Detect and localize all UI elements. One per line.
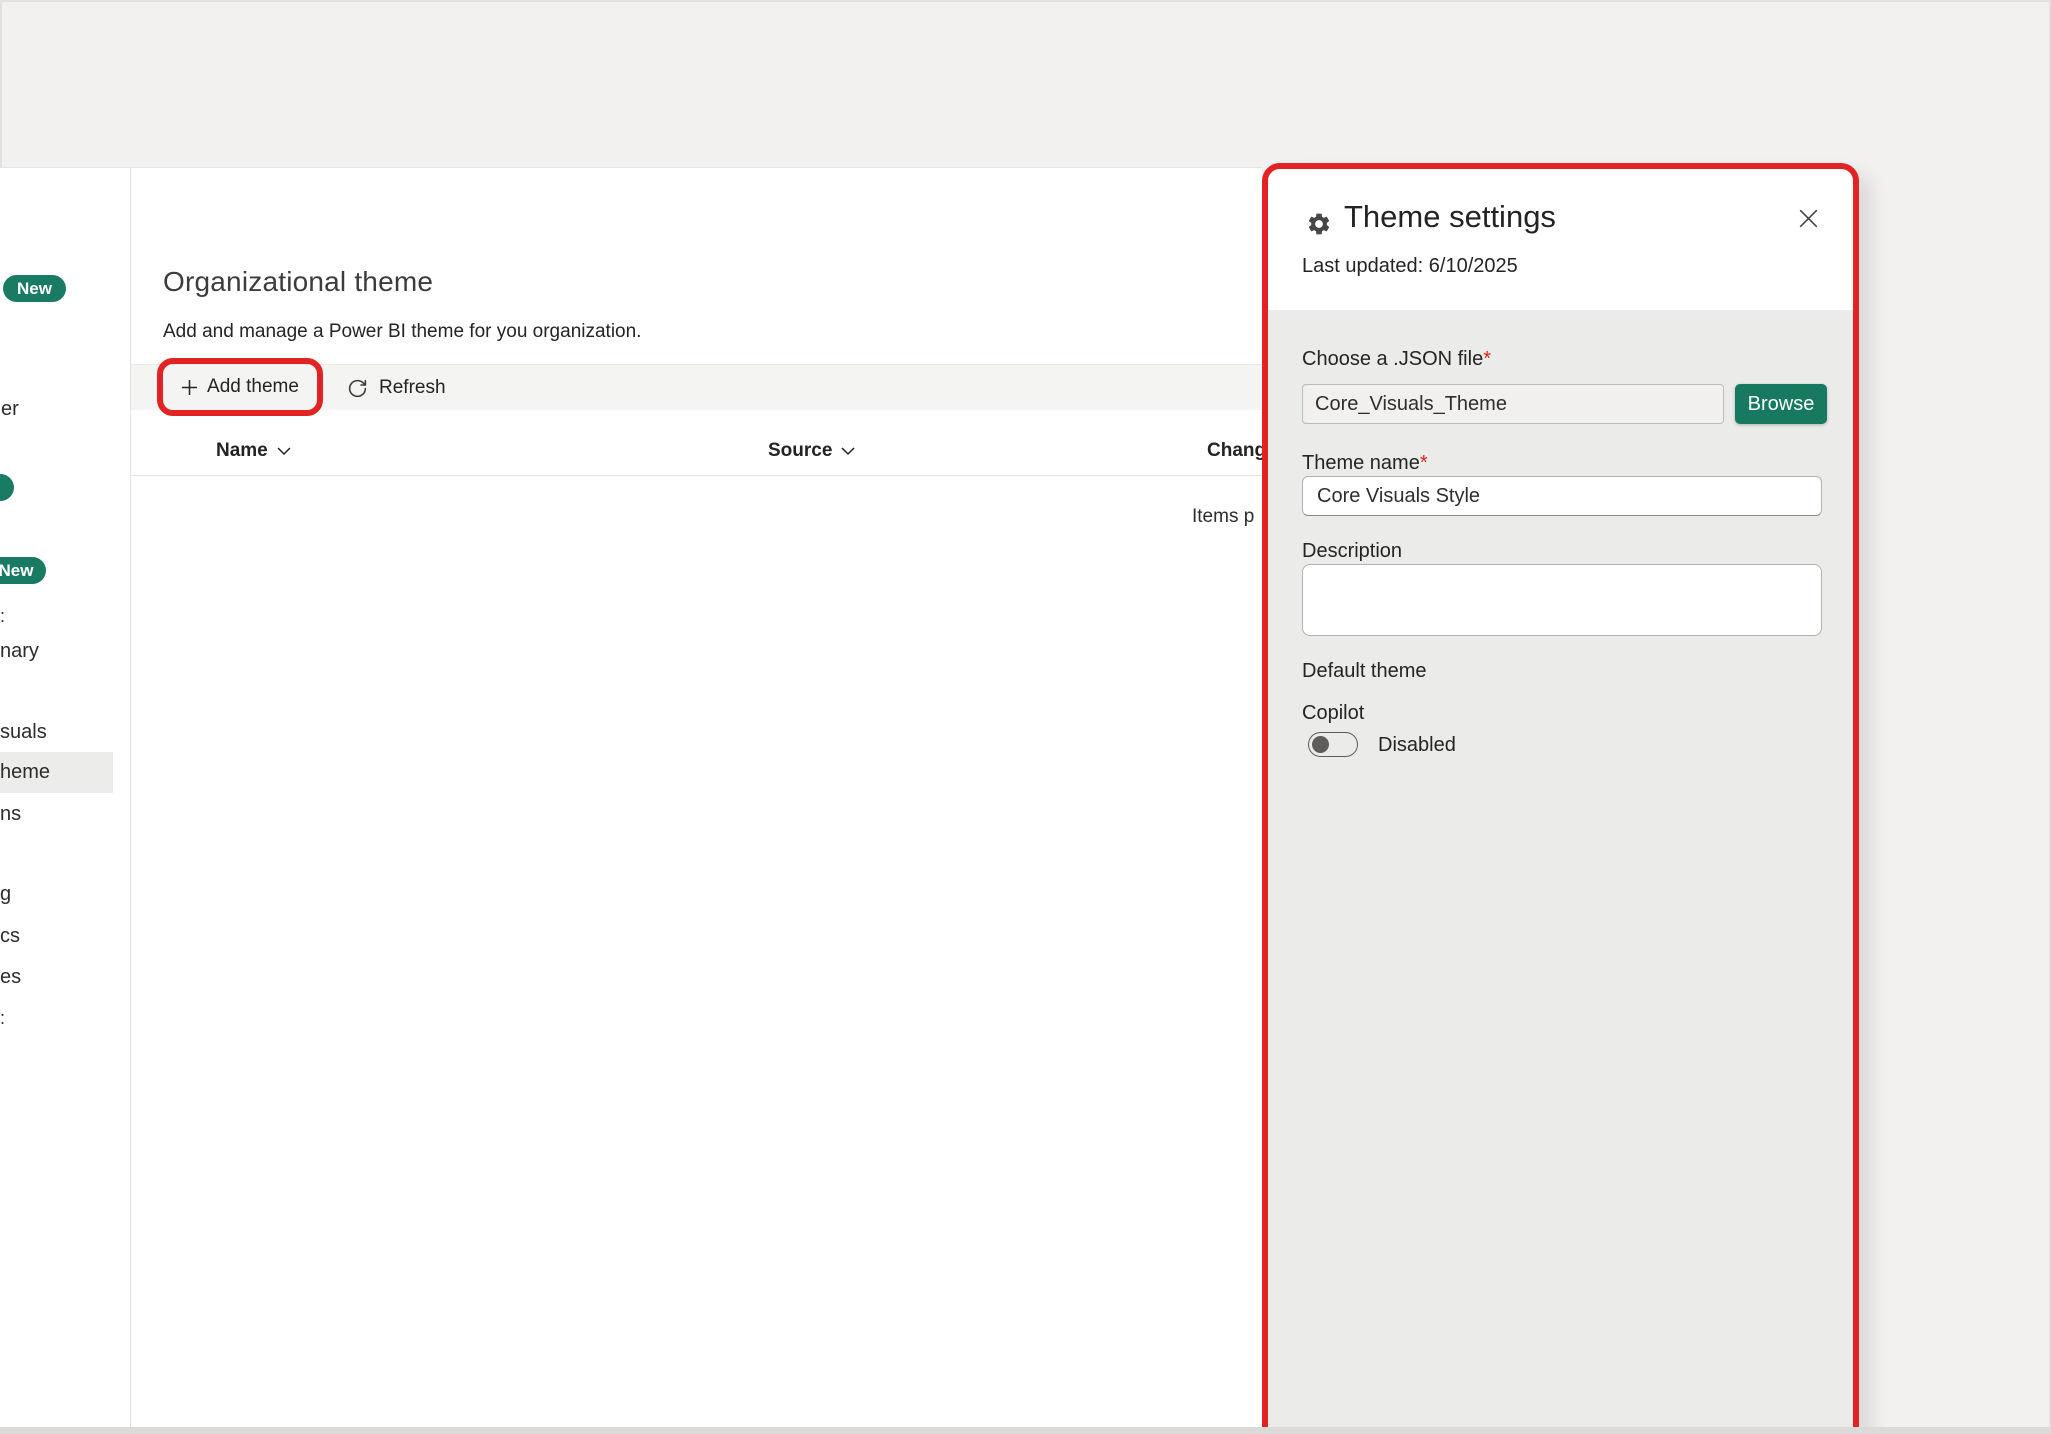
panel-title: Theme settings [1344, 199, 1556, 234]
add-theme-button-red-annotation[interactable]: Add theme [157, 358, 323, 416]
column-header-source[interactable]: Source [768, 440, 855, 462]
page-description: Add and manage a Power BI theme for you … [163, 321, 642, 342]
add-theme-button-label: Add theme [207, 376, 299, 397]
gear-icon [1306, 211, 1332, 237]
column-header-source-label: Source [768, 440, 833, 461]
json-file-label-text: Choose a .JSON file [1302, 348, 1484, 370]
screenshot-bottom-edge [0, 1427, 2051, 1434]
required-asterisk: * [1419, 452, 1428, 474]
required-asterisk: * [1483, 348, 1491, 370]
description-textarea[interactable] [1302, 564, 1822, 636]
theme-toolbar: Add theme Refresh [131, 358, 1262, 416]
column-header-changed-clipped[interactable]: Chang [1207, 440, 1266, 462]
column-header-name-label: Name [216, 440, 268, 461]
copilot-toggle-state-label: Disabled [1378, 734, 1456, 756]
sidebar-item-fragment[interactable]: ns [0, 803, 21, 826]
table-header-divider [131, 475, 1262, 476]
new-badge: New [0, 557, 46, 584]
refresh-button-label: Refresh [379, 377, 446, 398]
screenshot-canvas: New er New : nary suals heme ns g cs es … [0, 0, 2051, 1434]
sidebar-item-fragment[interactable]: es [0, 966, 21, 989]
description-label: Description [1302, 540, 1403, 562]
theme-name-label: Theme name* [1302, 452, 1428, 475]
sidebar-item-label: heme [0, 761, 51, 783]
json-file-input[interactable] [1302, 384, 1724, 424]
sidebar-item-fragment[interactable]: er [1, 398, 19, 421]
close-icon [1799, 209, 1818, 228]
sidebar-item-fragment[interactable]: : [0, 606, 5, 627]
sidebar-item-organizational-theme-active[interactable]: heme [0, 752, 113, 793]
column-header-name[interactable]: Name [216, 440, 291, 462]
new-badge: New [3, 275, 66, 302]
page-title: Organizational theme [163, 266, 434, 297]
default-theme-label: Default theme [1302, 660, 1427, 682]
theme-settings-panel-red-annotation: Theme settings Last updated: 6/10/2025 C… [1262, 163, 1859, 1434]
json-file-label: Choose a .JSON file* [1302, 348, 1491, 371]
panel-header: Theme settings Last updated: 6/10/2025 [1268, 169, 1853, 310]
sidebar-item-fragment[interactable]: cs [0, 925, 20, 948]
column-header-changed-label: Chang [1207, 440, 1267, 461]
table-empty-state-text-clipped: Items p [1192, 506, 1255, 527]
theme-name-label-text: Theme name [1302, 452, 1420, 474]
sidebar-item-fragment[interactable]: nary [0, 640, 39, 663]
chevron-down-icon [277, 446, 291, 456]
new-badge-partial-circle [0, 474, 14, 501]
panel-body: Choose a .JSON file* Browse Theme name* … [1268, 310, 1853, 1434]
sidebar-item-fragment[interactable]: g [0, 883, 11, 906]
plus-icon [181, 379, 198, 396]
theme-name-input[interactable] [1302, 476, 1822, 516]
close-panel-button[interactable] [1793, 203, 1823, 233]
chevron-down-icon [841, 446, 855, 456]
browse-button[interactable]: Browse [1735, 384, 1827, 424]
copilot-toggle-off[interactable] [1308, 732, 1358, 757]
sidebar-item-fragment[interactable]: : [0, 1008, 5, 1029]
sidebar-item-fragment[interactable]: suals [0, 721, 47, 744]
copilot-label: Copilot [1302, 702, 1365, 724]
last-updated-text: Last updated: 6/10/2025 [1302, 255, 1518, 277]
refresh-button[interactable]: Refresh [339, 365, 454, 411]
toggle-knob [1312, 736, 1329, 753]
organizational-theme-page: Organizational theme Add and manage a Po… [131, 167, 1266, 1427]
refresh-icon [347, 378, 368, 399]
admin-sidebar: New er New : nary suals heme ns g cs es … [0, 167, 131, 1427]
